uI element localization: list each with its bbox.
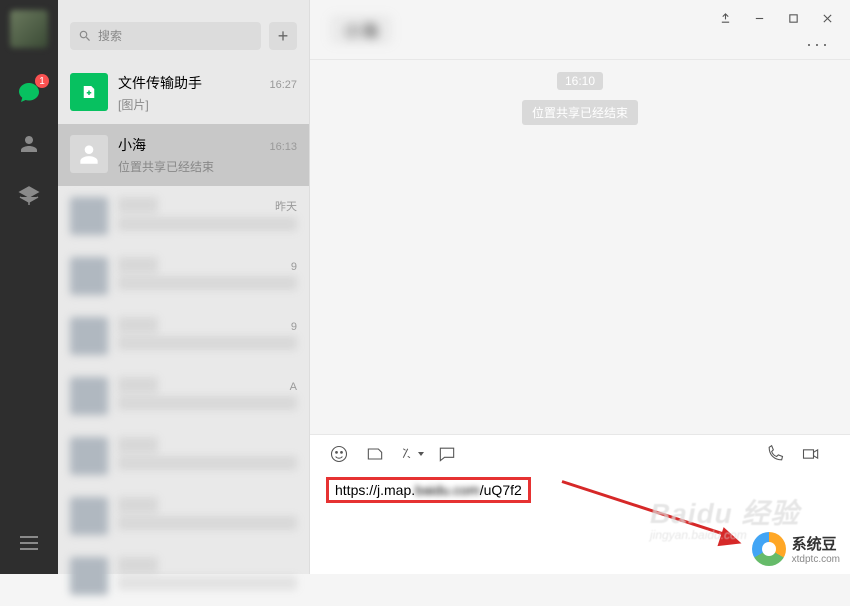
search-icon xyxy=(78,29,92,43)
file-button[interactable] xyxy=(362,441,388,467)
nav-collections[interactable] xyxy=(15,182,43,210)
chat-badge: 1 xyxy=(35,74,49,88)
avatar xyxy=(70,557,108,595)
search-input[interactable] xyxy=(98,29,253,43)
avatar xyxy=(70,257,108,295)
conversation-item[interactable]: ████A████████ xyxy=(58,366,309,426)
conv-preview: 位置共享已经结束 xyxy=(118,158,297,175)
file-helper-icon xyxy=(70,73,108,111)
more-button[interactable]: ··· xyxy=(806,34,830,55)
pin-button[interactable] xyxy=(708,6,742,30)
pasted-url[interactable]: https://j.map.baidu.com/uQ7f2 xyxy=(326,477,531,503)
nav-menu[interactable] xyxy=(20,532,38,554)
message-input[interactable]: https://j.map.baidu.com/uQ7f2 xyxy=(310,473,850,574)
conversation-item[interactable]: ████9████████ xyxy=(58,306,309,366)
new-chat-button[interactable]: + xyxy=(269,22,297,50)
conv-time: 16:13 xyxy=(269,141,297,153)
chat-history-button[interactable] xyxy=(434,441,460,467)
screenshot-button[interactable] xyxy=(398,441,424,467)
emoji-button[interactable] xyxy=(326,441,352,467)
conv-name: 文件传输助手 xyxy=(118,73,202,93)
input-area: https://j.map.baidu.com/uQ7f2 xyxy=(310,434,850,574)
conversation-item[interactable]: 小海 16:13 位置共享已经结束 xyxy=(58,124,309,186)
conversation-item[interactable]: ████9████████ xyxy=(58,246,309,306)
search-box[interactable] xyxy=(70,22,261,50)
conversation-panel: + 文件传输助手 16:27 [图片] 小海 16:13 位置共享已经结束 ████… xyxy=(58,0,310,574)
minimize-button[interactable] xyxy=(742,6,776,30)
system-message: 位置共享已经结束 xyxy=(522,100,638,125)
chat-title: 小海 xyxy=(330,15,392,44)
conversation-item[interactable]: ████████████ xyxy=(58,426,309,486)
conv-time: 16:27 xyxy=(269,79,297,91)
time-pill: 16:10 xyxy=(557,72,603,90)
avatar xyxy=(70,377,108,415)
voice-call-button[interactable] xyxy=(762,441,788,467)
message-area: 16:10 位置共享已经结束 xyxy=(310,60,850,434)
nav-contacts[interactable] xyxy=(15,130,43,158)
nav-chat[interactable]: 1 xyxy=(15,78,43,106)
avatar xyxy=(70,437,108,475)
conversation-item[interactable]: ████████████ xyxy=(58,546,309,606)
conversation-item[interactable]: ████昨天████████████ xyxy=(58,186,309,246)
maximize-button[interactable] xyxy=(776,6,810,30)
avatar xyxy=(70,497,108,535)
my-avatar[interactable] xyxy=(10,10,48,48)
conversation-item[interactable]: 文件传输助手 16:27 [图片] xyxy=(58,62,309,124)
conv-preview: [图片] xyxy=(118,96,297,113)
video-call-button[interactable] xyxy=(798,441,824,467)
chat-panel: 小海 ··· 16:10 位置共享已经结束 xyxy=(310,0,850,574)
conv-name: 小海 xyxy=(118,135,146,155)
conversation-item[interactable]: ████████████ xyxy=(58,486,309,546)
chat-header: 小海 ··· xyxy=(310,0,850,60)
avatar xyxy=(70,197,108,235)
nav-rail: 1 xyxy=(0,0,58,574)
avatar xyxy=(70,317,108,355)
default-avatar-icon xyxy=(70,135,108,173)
close-button[interactable] xyxy=(810,6,844,30)
